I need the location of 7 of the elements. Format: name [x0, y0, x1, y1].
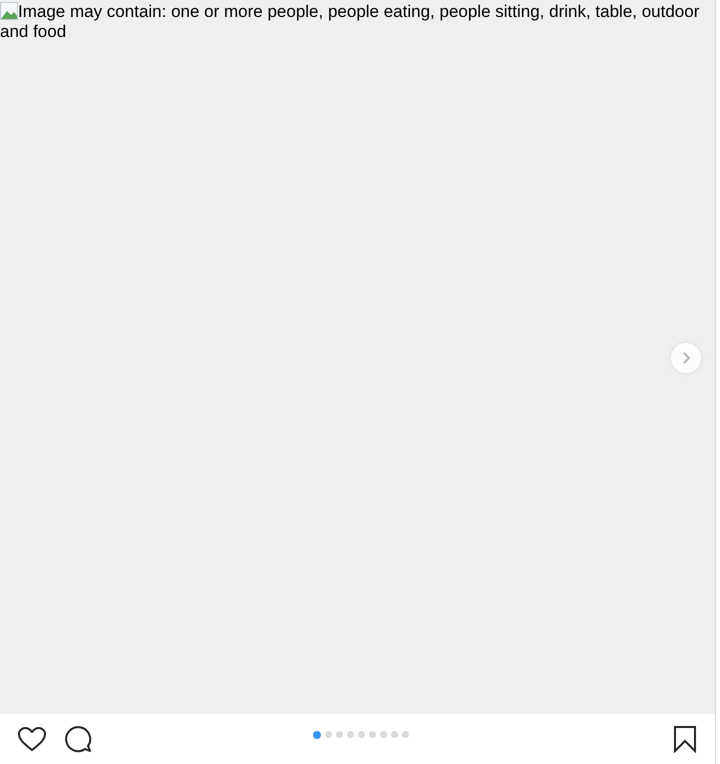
- save-button[interactable]: [671, 723, 699, 755]
- heart-icon: [17, 726, 47, 752]
- comment-button[interactable]: [62, 723, 94, 755]
- chevron-right-icon: [681, 352, 691, 364]
- bookmark-icon: [673, 725, 697, 753]
- speech-bubble-icon: [64, 725, 92, 753]
- broken-image-alt-text: Image may contain: one or more people, people eating, people sitting, drink, table, outdoor and food: [0, 1, 700, 42]
